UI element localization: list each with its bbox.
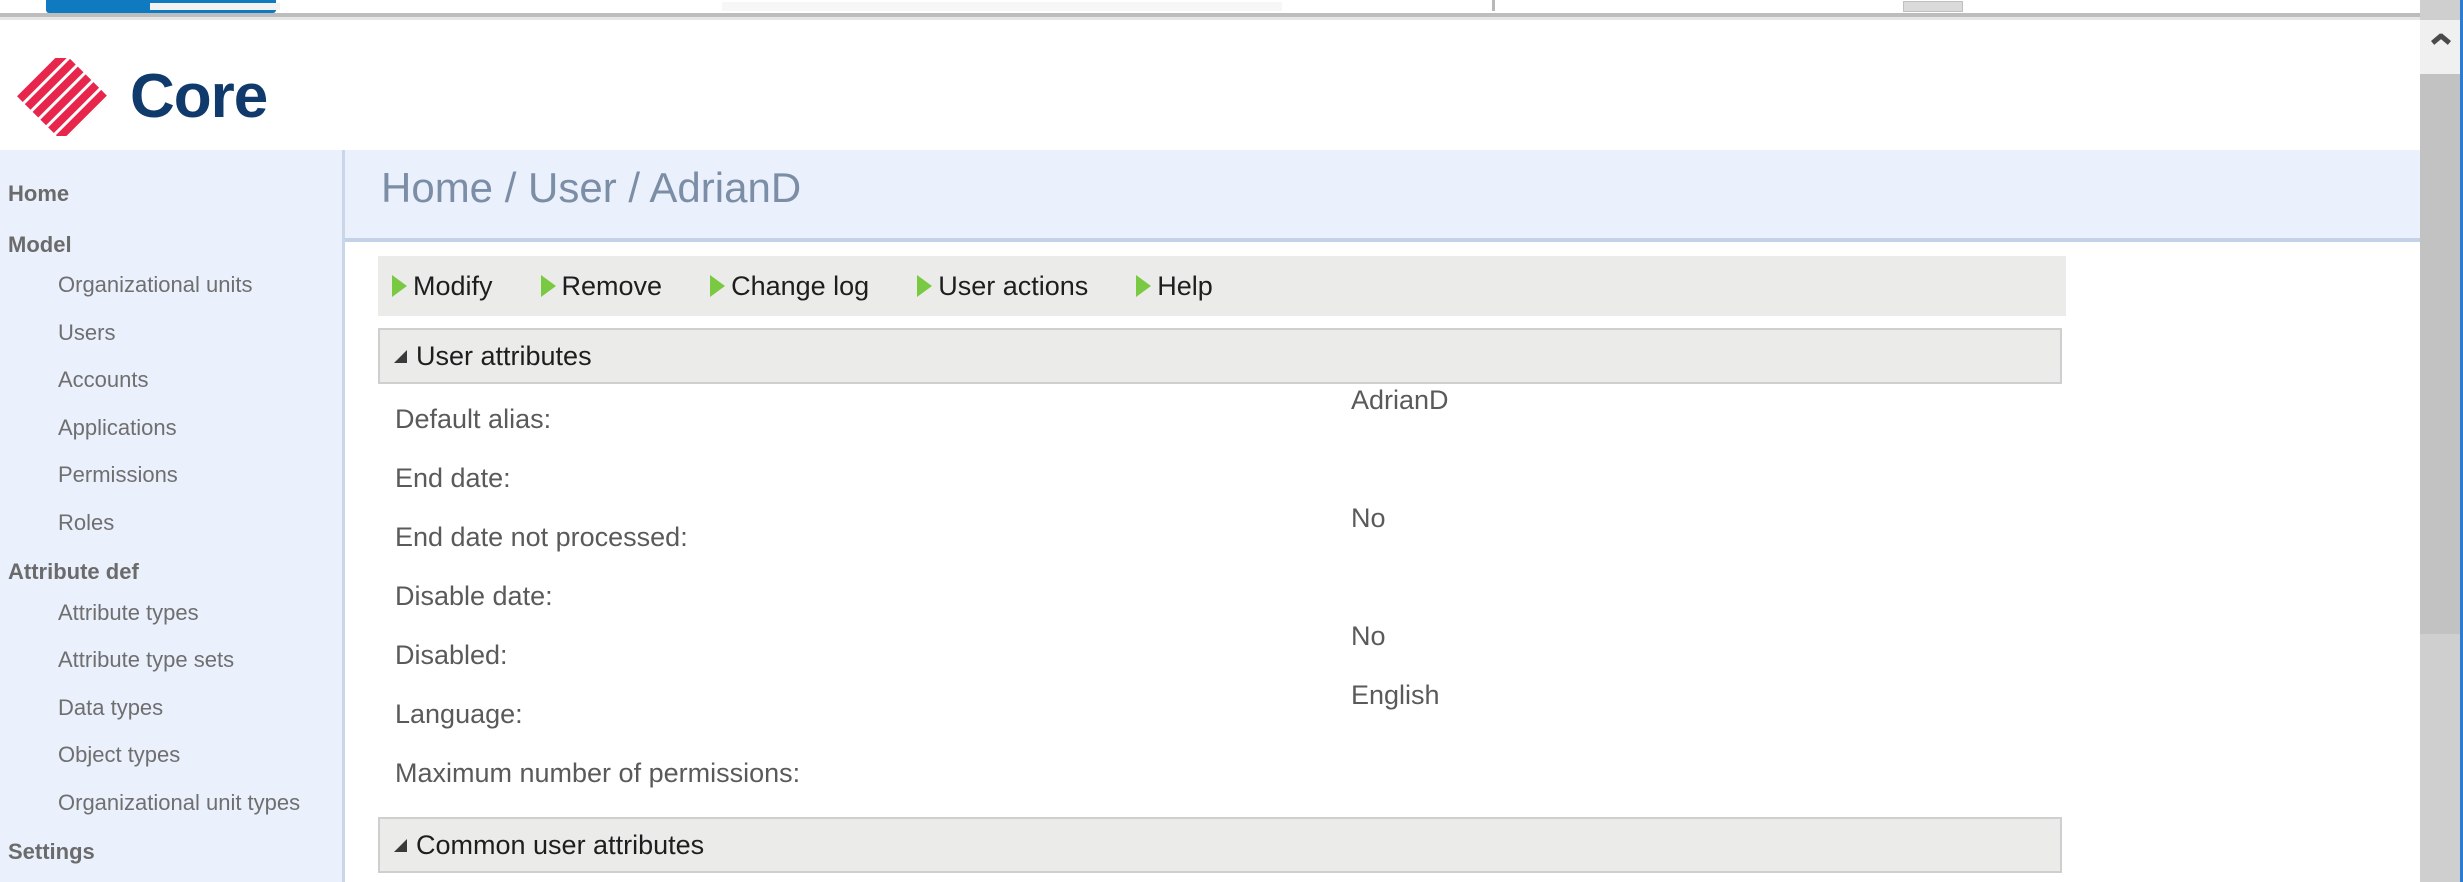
- sidebar-item-attribute-type-sets[interactable]: Attribute type sets: [0, 646, 342, 674]
- sidebar-group-home[interactable]: Home: [0, 180, 342, 209]
- triangle-collapse-icon: [394, 349, 407, 363]
- user-attributes-list: Default alias: AdrianD End date: End dat…: [345, 387, 2420, 864]
- change-log-button-label: Change log: [731, 270, 870, 301]
- scrollbar-thumb[interactable]: [2420, 74, 2463, 634]
- sidebar-item-permissions[interactable]: Permissions: [0, 461, 342, 489]
- section-header-user-attributes[interactable]: User attributes: [378, 328, 2062, 384]
- scroll-up-button[interactable]: [2420, 20, 2463, 74]
- triangle-right-icon: [710, 275, 726, 297]
- breadcrumb-band: Home / User / AdrianD: [345, 150, 2420, 242]
- attribute-value-end-date-not-processed: No: [1351, 503, 1386, 533]
- browser-chrome-separator: [1492, 0, 1495, 11]
- attribute-label-language: Language:: [395, 699, 523, 729]
- section-header-common-user-attributes[interactable]: Common user attributes: [378, 817, 2062, 873]
- triangle-right-icon: [917, 275, 933, 297]
- triangle-right-icon: [1136, 275, 1152, 297]
- sidebar-group-settings: Settings: [8, 839, 95, 865]
- sidebar-item-users[interactable]: Users: [0, 319, 342, 347]
- sidebar-item-organizational-units[interactable]: Organizational units: [0, 271, 342, 299]
- help-button-label: Help: [1157, 270, 1213, 301]
- browser-address-bar-sliver[interactable]: [722, 2, 1282, 11]
- section-header-user-attributes-label: User attributes: [416, 340, 592, 371]
- attribute-row: Disable date:: [345, 569, 2420, 628]
- remove-button-label: Remove: [561, 270, 663, 301]
- attribute-value-disabled: No: [1351, 621, 1386, 651]
- attribute-label-disable-date: Disable date:: [395, 581, 553, 611]
- main-content: Modify Remove Change log User actions He…: [345, 242, 2420, 882]
- brand-header: Core: [0, 20, 2420, 150]
- chevron-up-icon: [2431, 41, 2451, 52]
- triangle-right-icon: [540, 275, 556, 297]
- vertical-scrollbar[interactable]: [2420, 0, 2463, 882]
- sidebar-item-roles[interactable]: Roles: [0, 509, 342, 537]
- attribute-value-default-alias: AdrianD: [1351, 385, 1449, 415]
- user-actions-button-label: User actions: [938, 270, 1089, 301]
- browser-toolbar-button[interactable]: [1903, 1, 1963, 12]
- change-log-button[interactable]: Change log: [710, 270, 870, 301]
- attribute-row: Disabled: No: [345, 623, 2420, 687]
- sidebar-group-attribute-def: Attribute def: [8, 559, 139, 585]
- browser-chrome-strip: [0, 0, 2463, 14]
- section-header-common-user-attributes-label: Common user attributes: [416, 829, 705, 860]
- attribute-label-end-date: End date:: [395, 463, 511, 493]
- triangle-collapse-icon: [394, 838, 407, 852]
- sidebar-group-model: Model: [8, 231, 72, 257]
- attribute-label-disabled: Disabled:: [395, 640, 508, 670]
- attribute-row: End date:: [345, 451, 2420, 510]
- modify-button-label: Modify: [413, 270, 493, 301]
- core-diamond-logo-icon: [8, 51, 118, 141]
- sidebar-item-accounts[interactable]: Accounts: [0, 366, 342, 394]
- sidebar-item-object-types[interactable]: Object types: [0, 741, 342, 769]
- remove-button[interactable]: Remove: [540, 270, 663, 301]
- breadcrumb[interactable]: Home / User / AdrianD: [381, 164, 801, 212]
- attribute-row: Maximum number of permissions:: [345, 746, 2420, 805]
- triangle-right-icon: [392, 275, 407, 297]
- brand-name: Core: [130, 62, 268, 131]
- sidebar-item-attribute-types[interactable]: Attribute types: [0, 599, 342, 627]
- attribute-label-default-alias: Default alias:: [395, 404, 552, 434]
- sidebar-item-applications[interactable]: Applications: [0, 414, 342, 442]
- help-button[interactable]: Help: [1136, 270, 1213, 301]
- sidebar-item-data-types[interactable]: Data types: [0, 694, 342, 722]
- attribute-label-end-date-not-processed: End date not processed:: [395, 522, 688, 552]
- sidebar-item-organizational-unit-types[interactable]: Organizational unit types: [0, 789, 342, 817]
- attribute-row: Language: English: [345, 682, 2420, 746]
- sidebar: Home Model Organizational units Users Ac…: [0, 150, 345, 882]
- attribute-row: End date not processed: No: [345, 505, 2420, 569]
- user-actions-button[interactable]: User actions: [917, 270, 1089, 301]
- attribute-label-maximum-number-of-permissions: Maximum number of permissions:: [395, 758, 801, 788]
- action-toolbar: Modify Remove Change log User actions He…: [378, 256, 2066, 316]
- attribute-value-language: English: [1351, 680, 1440, 710]
- page-viewport: Core Home Model Organizational units Use…: [0, 20, 2463, 882]
- browser-chrome-filler: [150, 3, 280, 10]
- modify-button[interactable]: Modify: [392, 270, 493, 301]
- attribute-row: Default alias: AdrianD: [345, 387, 2420, 451]
